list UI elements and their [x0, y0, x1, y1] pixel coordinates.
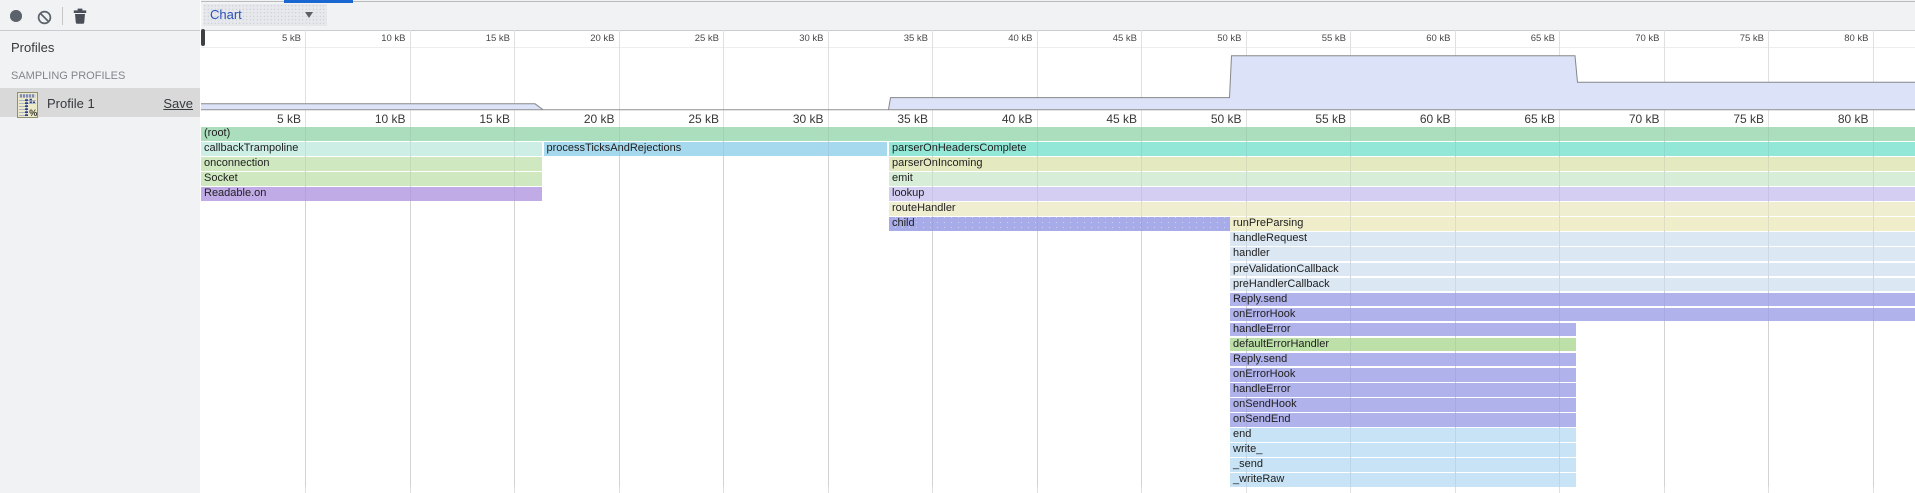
svg-text:%: %: [29, 108, 37, 118]
